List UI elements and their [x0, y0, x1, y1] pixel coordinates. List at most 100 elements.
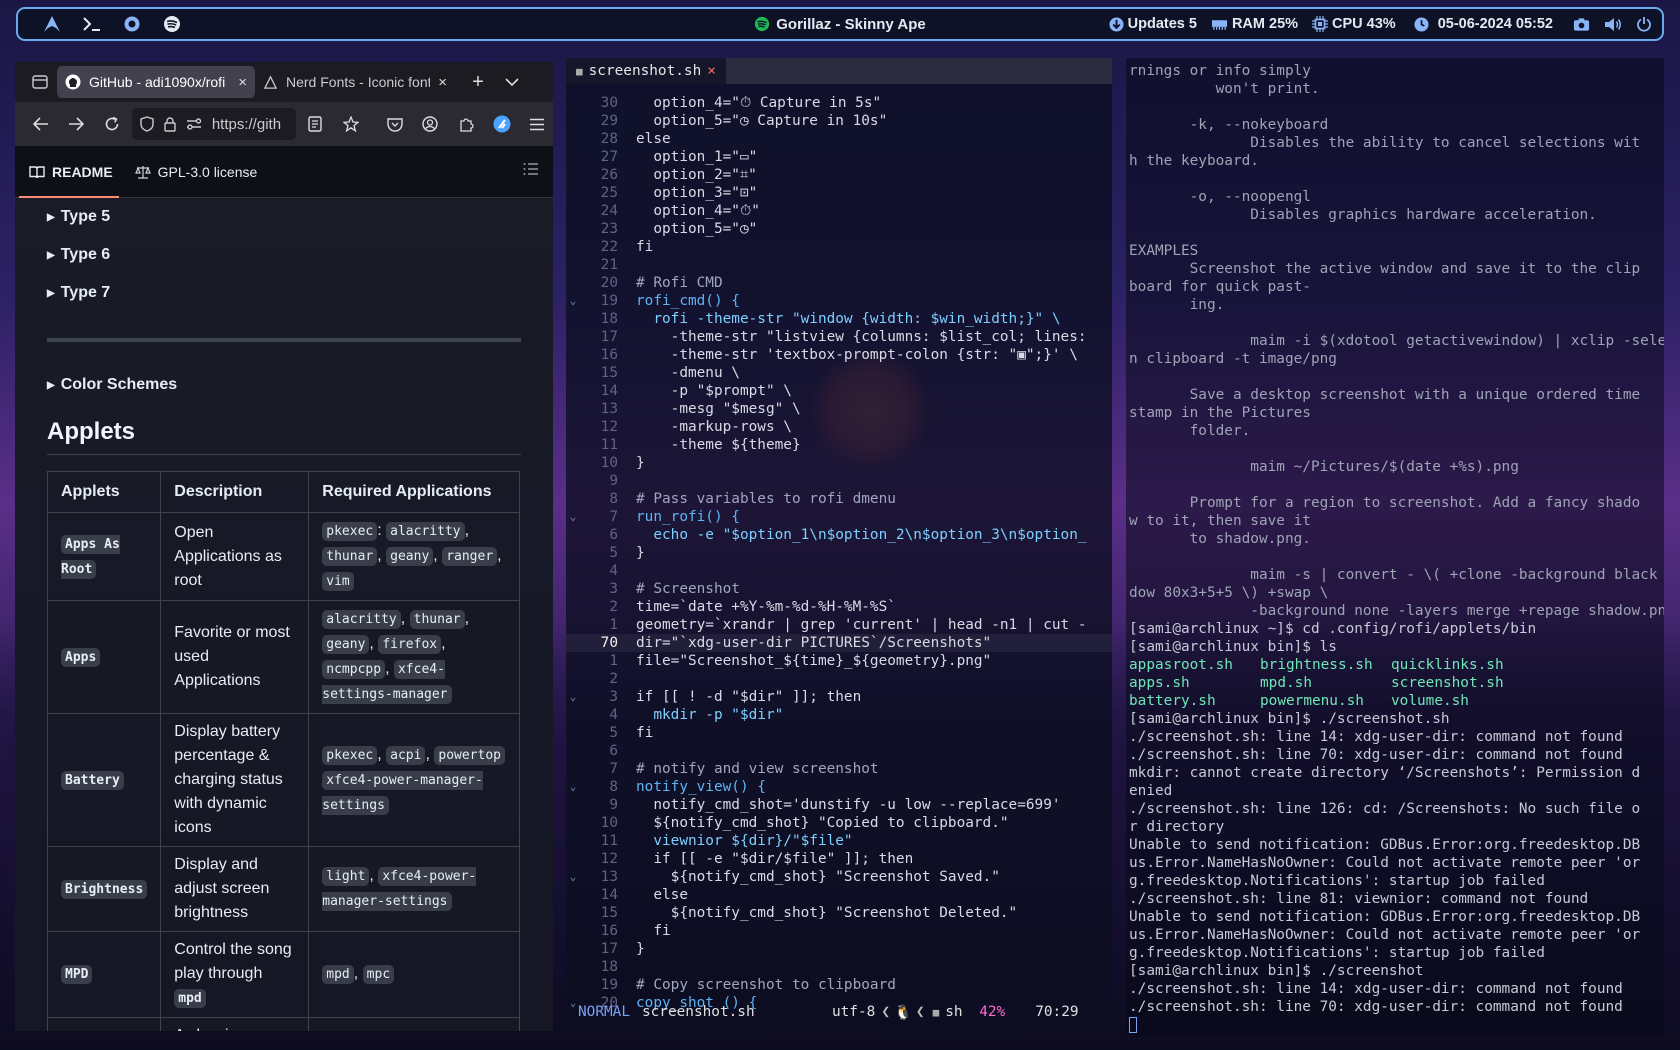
tab-close-button[interactable]: ×	[438, 74, 447, 91]
fold-gutter	[566, 472, 580, 490]
clock[interactable]: 05-06-2024 05:52	[1414, 16, 1553, 32]
sidebar-toggle-button[interactable]	[23, 66, 57, 98]
fold-chevron-icon[interactable]: ⌄	[566, 508, 580, 526]
applet-name-cell: Apps As Root	[46, 512, 162, 601]
separator: ,	[497, 547, 502, 564]
bookmark-button[interactable]	[335, 108, 367, 140]
tab-readme-label: README	[52, 163, 113, 180]
terminal-line: ./screenshot.sh: line 126: cd: /Screensh…	[1129, 801, 1641, 817]
extension-button[interactable]	[486, 108, 518, 140]
reader-view-button[interactable]	[300, 108, 332, 140]
fold-gutter	[566, 796, 580, 814]
line-number: 5	[609, 725, 618, 741]
power-button[interactable]	[1636, 16, 1652, 32]
fold-chevron-icon[interactable]: ⌄	[566, 868, 580, 886]
updates-indicator[interactable]: Updates 5	[1109, 16, 1197, 32]
reload-button[interactable]	[96, 108, 128, 140]
tab-close-button[interactable]: ×	[238, 74, 247, 91]
line-number: 4	[609, 707, 618, 723]
terminal-line: Screenshot the active window and save it…	[1129, 261, 1641, 277]
fold-chevron-icon[interactable]: ⌄	[566, 688, 580, 706]
terminal-line: Unable to send notification: GDBus.Error…	[1129, 909, 1641, 925]
tab-readme[interactable]: README	[19, 146, 119, 198]
code-line: 20 # Rofi CMD	[566, 274, 1112, 292]
extensions-button[interactable]	[450, 108, 482, 140]
ram-indicator[interactable]: RAM 25%	[1211, 16, 1298, 32]
terminal-line: Unable to send notification: GDBus.Error…	[1129, 837, 1641, 853]
spotify-icon[interactable]	[152, 9, 192, 39]
fold-chevron-icon[interactable]: ⌄	[566, 778, 580, 796]
terminal-icon[interactable]	[72, 9, 112, 39]
tab-nerd-fonts[interactable]: Nerd Fonts - Iconic font ×	[255, 66, 455, 98]
terminal-window[interactable]: rnings or info simply won't print. -k, -…	[1126, 58, 1664, 1035]
details-type-6[interactable]: ▶ Type 6	[47, 236, 521, 274]
app-code: geany	[322, 635, 370, 654]
code-line: 6 echo -e "$option_1\n$option_2\n$option…	[566, 526, 1112, 544]
terminal-line: -background none -layers merge +repage s…	[1129, 603, 1664, 619]
code-line: 9	[566, 472, 1112, 490]
url-bar[interactable]: https://gith	[131, 108, 296, 140]
cpu-indicator[interactable]: CPU 43%	[1312, 16, 1396, 32]
code-line: 30 option_4="⏱ Capture in 5s"	[566, 94, 1112, 112]
code-text: }	[636, 545, 645, 561]
terminal-line: us.Error.NameHasNoOwner: Could not activ…	[1129, 855, 1641, 871]
code-line: 14 else	[566, 886, 1112, 904]
pocket-button[interactable]	[379, 108, 411, 140]
extension-icon	[493, 115, 511, 133]
outline-button[interactable]	[523, 162, 539, 176]
tab-license[interactable]: GPL-3.0 license	[134, 146, 257, 197]
screenshot-button[interactable]	[1573, 17, 1590, 32]
table-row: Battery Display battery percentage & char…	[46, 713, 520, 847]
code-text: ${notify_cmd_shot} "Screenshot Deleted."	[636, 905, 1018, 921]
terminal-prompt-line[interactable]	[1126, 1016, 1664, 1034]
account-button[interactable]	[415, 108, 447, 140]
separator: ,	[441, 635, 446, 652]
arch-launcher-icon[interactable]	[32, 9, 72, 39]
code-line: 21	[566, 256, 1112, 274]
separator-icon: ❮	[915, 1004, 925, 1020]
terminal-line: dow 80x3+5+5 \) +swap \	[1129, 585, 1329, 601]
new-tab-button[interactable]: +	[461, 66, 495, 98]
code-area[interactable]: 30 option_4="⏱ Capture in 5s" 29 option_5…	[566, 94, 1112, 1012]
fold-gutter	[566, 130, 580, 148]
back-button[interactable]	[25, 108, 57, 140]
line-number: 70	[600, 635, 618, 651]
status-filename: screenshot.sh	[641, 1004, 755, 1020]
account-icon	[422, 116, 438, 132]
app-code: pkexec	[322, 522, 378, 541]
reload-icon	[105, 116, 119, 131]
ls-file: volume.sh	[1391, 693, 1469, 709]
volume-button[interactable]	[1604, 17, 1622, 32]
menu-button[interactable]	[521, 108, 553, 140]
now-playing[interactable]: Gorillaz - Skinny Ape	[776, 16, 925, 33]
details-type-5[interactable]: ▶ Type 5	[47, 198, 521, 236]
fold-gutter	[566, 274, 580, 292]
code-line: 13 -mesg "$mesg" \	[566, 400, 1112, 418]
line-number: 3	[609, 689, 618, 705]
browser-icon[interactable]	[112, 9, 152, 39]
terminal-line: [sami@archlinux bin]$ ./screenshot.sh	[1129, 711, 1450, 727]
fold-gutter	[566, 940, 580, 958]
fold-chevron-icon[interactable]: ⌄	[566, 292, 580, 310]
applet-name: Battery	[61, 770, 124, 790]
line-number: 13	[600, 401, 618, 417]
terminal-cursor	[1129, 1017, 1137, 1033]
code-line: 24 option_4="⏱"	[566, 202, 1112, 220]
terminal-line: us.Error.NameHasNoOwner: Could not activ…	[1129, 927, 1641, 943]
editor-tab[interactable]: ■ screenshot.sh ×	[566, 58, 726, 84]
forward-button[interactable]	[61, 108, 93, 140]
list-tabs-button[interactable]	[495, 66, 529, 98]
applets-heading: Applets	[47, 418, 521, 455]
code-text: else	[636, 887, 688, 903]
close-icon[interactable]: ×	[707, 63, 716, 79]
details-color-schemes[interactable]: ▶ Color Schemes	[47, 366, 521, 404]
details-type-7[interactable]: ▶ Type 7	[47, 274, 521, 312]
code-line: 5 fi	[566, 724, 1112, 742]
fold-gutter	[566, 544, 580, 562]
terminal-line: won't print.	[1129, 81, 1320, 97]
terminal-line: maim ~/Pictures/$(date +%s).png	[1129, 459, 1519, 475]
terminal-output: rnings or info simply won't print. -k, -…	[1126, 58, 1664, 1034]
tab-github[interactable]: GitHub - adi1090x/rofi ×	[57, 66, 255, 98]
status-encoding: utf-8	[831, 1004, 876, 1020]
